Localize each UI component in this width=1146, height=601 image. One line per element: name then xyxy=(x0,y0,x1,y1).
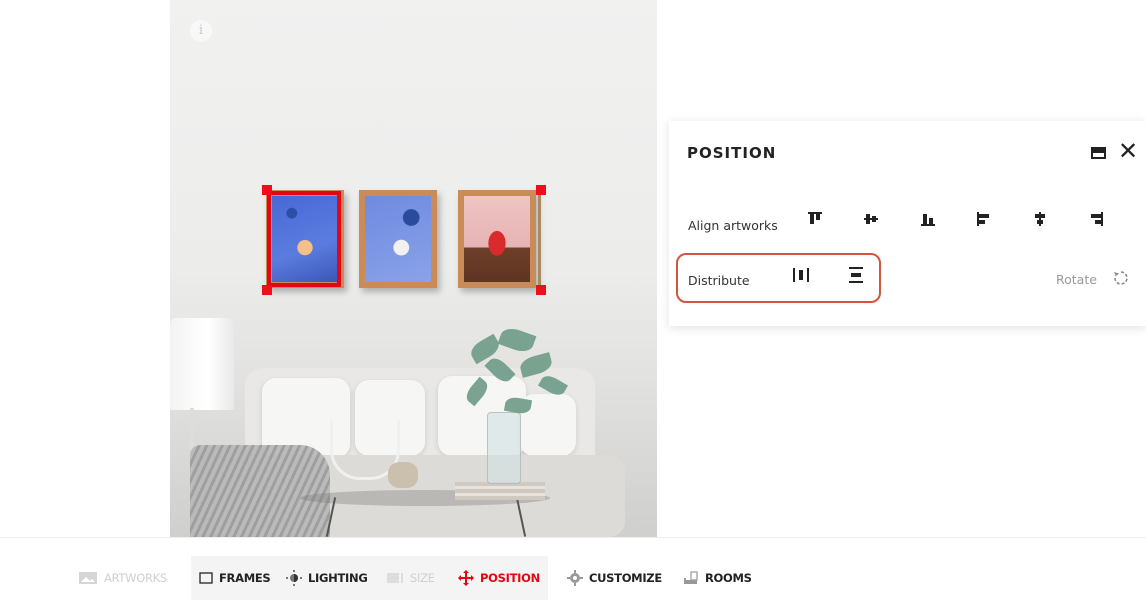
align-bottom-icon[interactable] xyxy=(919,210,937,228)
books xyxy=(455,482,545,500)
move-arrows-icon xyxy=(458,570,474,586)
gear-icon xyxy=(567,570,583,586)
align-middle-vertical-icon[interactable] xyxy=(862,210,880,228)
resize-handle-top-left[interactable] xyxy=(262,185,272,195)
selection-edge xyxy=(538,195,541,287)
tab-frames[interactable]: FRAMES xyxy=(191,556,281,600)
resize-handle-bottom-right[interactable] xyxy=(536,285,546,295)
resize-handle-bottom-left[interactable] xyxy=(262,285,272,295)
align-left-icon[interactable] xyxy=(975,210,993,228)
artwork-canvas xyxy=(365,196,431,282)
tab-label: SIZE xyxy=(410,571,435,585)
artwork-canvas xyxy=(272,196,338,282)
decor-stone xyxy=(388,462,418,488)
tab-customize[interactable]: CUSTOMIZE xyxy=(567,556,662,600)
tab-label: ROOMS xyxy=(705,571,752,585)
tab-label: POSITION xyxy=(480,571,540,585)
rotate-icon[interactable] xyxy=(1113,270,1129,286)
size-icon xyxy=(387,573,403,583)
artwork-1[interactable] xyxy=(266,190,344,288)
panel-title: POSITION xyxy=(687,144,777,162)
tab-size[interactable]: SIZE xyxy=(376,556,445,600)
align-center-horizontal-icon[interactable] xyxy=(1031,210,1049,228)
artworks-icon xyxy=(79,572,97,584)
close-icon[interactable]: ✕ xyxy=(1118,139,1138,165)
minimize-icon[interactable] xyxy=(1091,147,1106,159)
align-right-icon[interactable] xyxy=(1087,210,1105,228)
frame-icon xyxy=(199,572,213,584)
artwork-3[interactable] xyxy=(458,190,536,288)
info-icon[interactable]: i xyxy=(190,20,212,42)
tab-artworks[interactable]: ARTWORKS xyxy=(78,556,175,600)
tab-lighting[interactable]: LIGHTING xyxy=(276,556,378,600)
tab-label: LIGHTING xyxy=(308,571,368,585)
tab-label: CUSTOMIZE xyxy=(589,571,662,585)
lamp-shade xyxy=(170,318,234,410)
vase xyxy=(487,412,521,484)
resize-handle-top-right[interactable] xyxy=(536,185,546,195)
align-artworks-label: Align artworks xyxy=(688,218,778,233)
rotate-label: Rotate xyxy=(1056,272,1097,287)
tab-label: ARTWORKS xyxy=(104,571,167,585)
align-top-icon[interactable] xyxy=(806,210,824,228)
blanket xyxy=(190,445,330,537)
tab-rooms[interactable]: ROOMS xyxy=(683,556,752,600)
sofa-room-icon xyxy=(684,571,698,584)
distribute-highlight-outline xyxy=(676,253,881,303)
lighting-icon xyxy=(286,570,302,586)
tab-position[interactable]: POSITION xyxy=(444,556,548,600)
artwork-2[interactable] xyxy=(359,190,437,288)
tab-label: FRAMES xyxy=(219,571,271,585)
artwork-canvas xyxy=(464,196,530,282)
